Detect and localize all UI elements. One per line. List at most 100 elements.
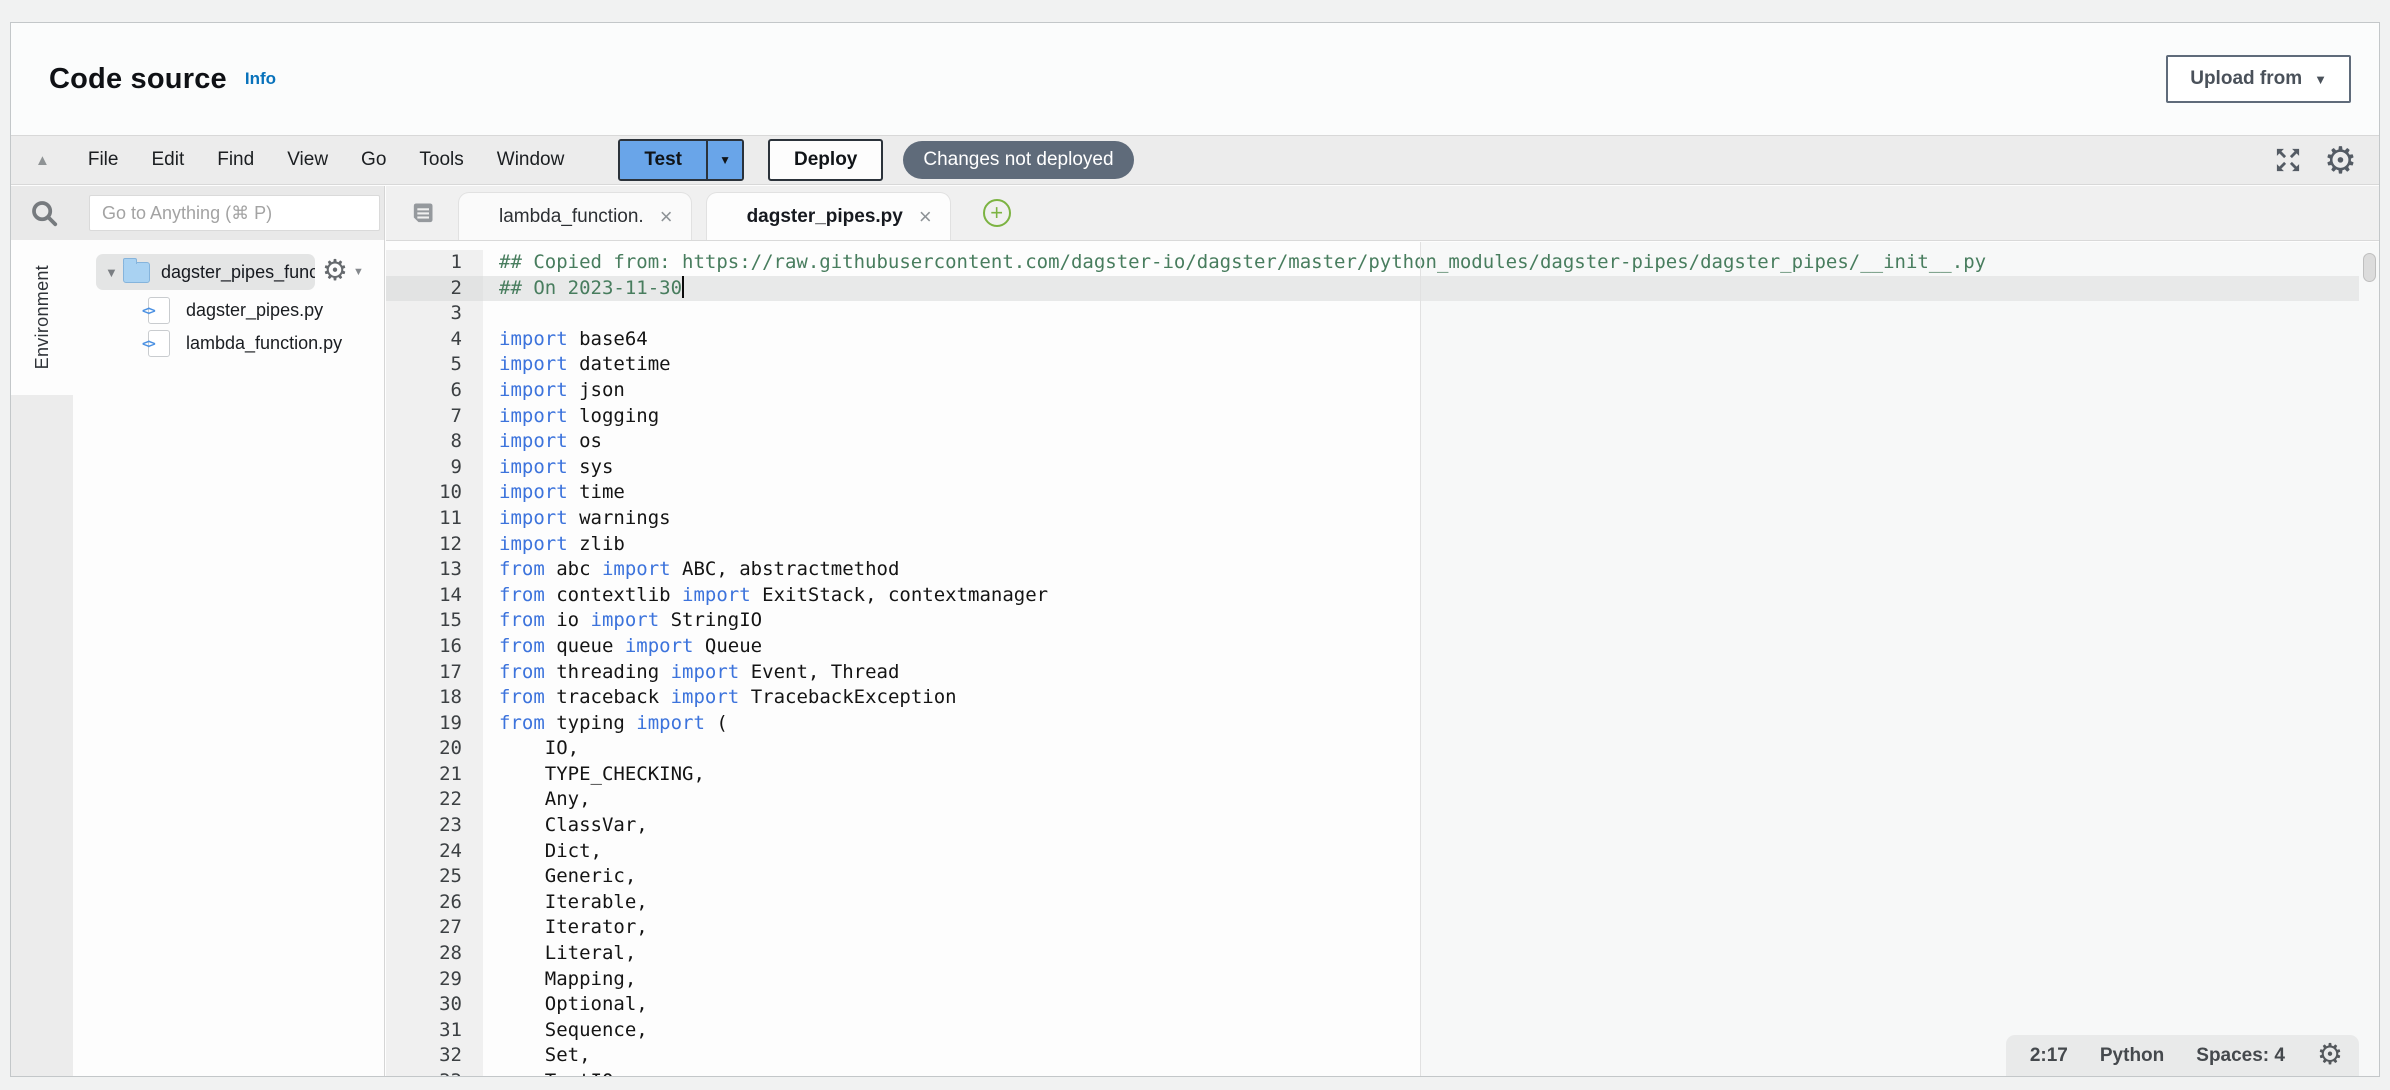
line-number[interactable]: 4 (386, 327, 483, 353)
line-number[interactable]: 2 (386, 276, 483, 302)
code-line-text[interactable]: Iterable, (483, 890, 2379, 916)
code-line-text[interactable]: IO, (483, 736, 2379, 762)
menu-item-tools[interactable]: Tools (419, 149, 463, 171)
line-number[interactable]: 28 (386, 941, 483, 967)
code-line-text[interactable]: Iterator, (483, 915, 2379, 941)
status-gear-icon[interactable]: ⚙ (2317, 1041, 2343, 1070)
code-line-text[interactable]: from queue import Queue (483, 634, 2379, 660)
tab-environment[interactable]: Environment (11, 240, 73, 395)
code-line-text[interactable]: Literal, (483, 941, 2379, 967)
code-line[interactable]: 5import datetime (386, 352, 2379, 378)
menu-item-find[interactable]: Find (217, 149, 254, 171)
code-line-text[interactable]: Dict, (483, 839, 2379, 865)
line-number[interactable]: 6 (386, 378, 483, 404)
line-number[interactable]: 31 (386, 1018, 483, 1044)
line-number[interactable]: 8 (386, 429, 483, 455)
file-item-dagster-pipes[interactable]: dagster_pipes.py (73, 294, 384, 327)
code-line[interactable]: 23 ClassVar, (386, 813, 2379, 839)
line-number[interactable]: 20 (386, 736, 483, 762)
settings-gear-icon[interactable]: ⚙ (2324, 142, 2357, 179)
disclosure-triangle-icon[interactable]: ▼ (105, 265, 123, 280)
code-line-text[interactable]: from typing import ( (483, 711, 2379, 737)
code-line-text[interactable]: ## On 2023-11-30 (483, 276, 2379, 302)
tab-list-icon[interactable] (408, 200, 436, 228)
code-line[interactable]: 27 Iterator, (386, 915, 2379, 941)
line-number[interactable]: 29 (386, 967, 483, 993)
code-line-text[interactable]: import zlib (483, 532, 2379, 558)
deploy-button[interactable]: Deploy (768, 139, 883, 181)
code-line[interactable]: 13from abc import ABC, abstractmethod (386, 557, 2379, 583)
code-line-text[interactable]: Generic, (483, 864, 2379, 890)
line-number[interactable]: 14 (386, 583, 483, 609)
scrollbar-thumb[interactable] (2363, 253, 2376, 282)
collapse-menu-icon[interactable]: ▲ (35, 152, 50, 169)
fullscreen-icon[interactable] (2274, 146, 2302, 174)
line-number[interactable]: 25 (386, 864, 483, 890)
code-line[interactable]: 6import json (386, 378, 2379, 404)
line-number[interactable]: 21 (386, 762, 483, 788)
code-line-text[interactable]: import datetime (483, 352, 2379, 378)
line-number[interactable]: 30 (386, 992, 483, 1018)
code-line-text[interactable]: import logging (483, 404, 2379, 430)
code-line[interactable]: 12import zlib (386, 532, 2379, 558)
tab-lambda-function[interactable]: lambda_function.× (458, 192, 692, 240)
code-area[interactable]: 1## Copied from: https://raw.githubuserc… (386, 242, 2379, 1076)
code-line-text[interactable]: from threading import Event, Thread (483, 660, 2379, 686)
code-line-text[interactable]: from io import StringIO (483, 608, 2379, 634)
test-dropdown-button[interactable]: ▼ (706, 141, 742, 179)
tab-close-icon[interactable]: × (660, 206, 673, 228)
code-line[interactable]: 11import warnings (386, 506, 2379, 532)
upload-from-button[interactable]: Upload from ▼ (2166, 55, 2351, 103)
file-item-lambda-function[interactable]: lambda_function.py (73, 327, 384, 360)
info-link[interactable]: Info (245, 69, 276, 89)
code-line[interactable]: 19from typing import ( (386, 711, 2379, 737)
scrollbar-track[interactable] (2359, 242, 2379, 1076)
line-number[interactable]: 16 (386, 634, 483, 660)
line-number[interactable]: 3 (386, 301, 483, 327)
code-line-text[interactable]: import json (483, 378, 2379, 404)
line-number[interactable]: 7 (386, 404, 483, 430)
line-number[interactable]: 27 (386, 915, 483, 941)
line-number[interactable]: 1 (386, 250, 483, 276)
code-line[interactable]: 7import logging (386, 404, 2379, 430)
code-line[interactable]: 3 (386, 301, 2379, 327)
menu-item-file[interactable]: File (88, 149, 119, 171)
line-number[interactable]: 26 (386, 890, 483, 916)
code-line-text[interactable]: ## Copied from: https://raw.githubuserco… (483, 250, 2379, 276)
code-line[interactable]: 17from threading import Event, Thread (386, 660, 2379, 686)
code-line[interactable]: 16from queue import Queue (386, 634, 2379, 660)
line-number[interactable]: 10 (386, 480, 483, 506)
code-line[interactable]: 30 Optional, (386, 992, 2379, 1018)
code-line-text[interactable]: Optional, (483, 992, 2379, 1018)
line-number[interactable]: 15 (386, 608, 483, 634)
menu-item-view[interactable]: View (287, 149, 328, 171)
menu-item-go[interactable]: Go (361, 149, 386, 171)
code-line[interactable]: 10import time (386, 480, 2379, 506)
code-line[interactable]: 28 Literal, (386, 941, 2379, 967)
tree-settings-button[interactable]: ⚙ ▼ (322, 257, 364, 286)
line-number[interactable]: 33 (386, 1069, 483, 1076)
line-number[interactable]: 5 (386, 352, 483, 378)
test-button[interactable]: Test (620, 141, 706, 179)
code-line-text[interactable]: import time (483, 480, 2379, 506)
code-line[interactable]: 8import os (386, 429, 2379, 455)
tree-folder-row[interactable]: ▼ dagster_pipes_funct (96, 254, 315, 290)
code-line[interactable]: 26 Iterable, (386, 890, 2379, 916)
code-line-text[interactable] (483, 301, 2379, 327)
line-number[interactable]: 23 (386, 813, 483, 839)
code-line-text[interactable]: import os (483, 429, 2379, 455)
line-number[interactable]: 9 (386, 455, 483, 481)
line-number[interactable]: 24 (386, 839, 483, 865)
code-line[interactable]: 2## On 2023-11-30 (386, 276, 2379, 302)
code-line-text[interactable]: import warnings (483, 506, 2379, 532)
language-mode[interactable]: Python (2100, 1045, 2164, 1067)
code-line-text[interactable]: import sys (483, 455, 2379, 481)
code-line-text[interactable]: Mapping, (483, 967, 2379, 993)
search-input[interactable] (89, 195, 380, 231)
code-line[interactable]: 4import base64 (386, 327, 2379, 353)
code-line[interactable]: 25 Generic, (386, 864, 2379, 890)
tab-close-icon[interactable]: × (919, 206, 932, 228)
code-line[interactable]: 29 Mapping, (386, 967, 2379, 993)
line-number[interactable]: 22 (386, 787, 483, 813)
code-line-text[interactable]: TYPE_CHECKING, (483, 762, 2379, 788)
